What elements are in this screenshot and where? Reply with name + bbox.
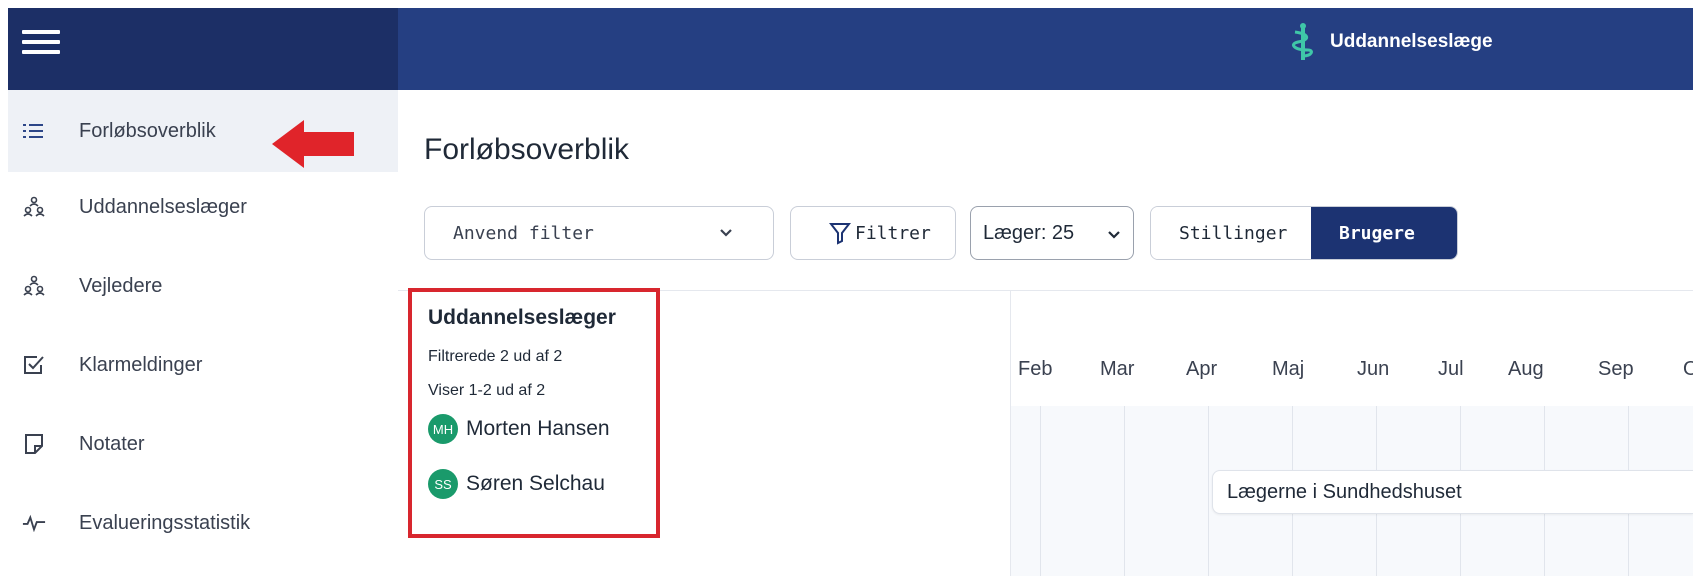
sidebar-item-label: Forløbsoverblik (79, 119, 216, 142)
checkbox-icon (22, 353, 46, 377)
trainee-item[interactable]: SS Søren Selchau (428, 467, 605, 501)
month-label: Maj (1272, 358, 1305, 380)
month-label: O (1683, 358, 1693, 380)
page-title: Forløbsoverblik (424, 133, 630, 166)
event-label: Lægerne i Sundhedshuset (1227, 481, 1462, 503)
timeline-event[interactable]: Lægerne i Sundhedshuset (1212, 470, 1693, 514)
filtered-count: Filtrerede 2 ud af 2 (428, 348, 563, 365)
sidebar-item-vejledere[interactable]: Vejledere (8, 245, 398, 327)
toggle-stillinger[interactable]: Stillinger (1151, 207, 1311, 259)
filter-button-label: Filtrer (855, 223, 931, 244)
brand[interactable]: Uddannelseslæge (1290, 22, 1493, 62)
list-icon (22, 119, 46, 143)
sidebar-item-uddannelseslaeger[interactable]: Uddannelseslæger (8, 166, 398, 248)
trainees-title: Uddannelseslæger (428, 306, 616, 329)
month-label: Feb (1018, 358, 1053, 380)
toggle-brugere[interactable]: Brugere (1311, 207, 1457, 259)
apply-filter-dropdown[interactable]: Anvend filter (424, 206, 774, 260)
sidebar-item-notater[interactable]: Notater (8, 403, 398, 485)
doctors-per-page-select[interactable]: Læger: 25 (970, 206, 1134, 260)
month-label: Mar (1100, 358, 1135, 380)
app-window: Uddannelseslæge Forløbsoverblik Uddannel… (0, 0, 1693, 576)
users-icon (22, 274, 46, 298)
month-label: Jun (1357, 358, 1390, 380)
avatar: MH (428, 414, 458, 444)
pulse-icon (22, 511, 46, 535)
trainee-item[interactable]: MH Morten Hansen (428, 412, 610, 446)
avatar: SS (428, 469, 458, 499)
grid-line (1124, 406, 1125, 576)
apply-filter-label: Anvend filter (453, 223, 594, 244)
chevron-down-icon (1108, 231, 1120, 239)
sidebar-item-klarmeldinger[interactable]: Klarmeldinger (8, 324, 398, 406)
sidebar-item-label: Notater (79, 432, 145, 455)
sidebar-item-label: Vejledere (79, 274, 163, 297)
month-label: Apr (1186, 358, 1218, 380)
sidebar-item-label: Evalueringsstatistik (79, 511, 251, 534)
doctors-select-value: Læger: 25 (983, 222, 1075, 244)
chevron-down-icon (720, 229, 732, 237)
trainees-panel: Uddannelseslæger Filtrerede 2 ud af 2 Vi… (408, 288, 660, 538)
sidebar-item-label: Klarmeldinger (79, 353, 203, 376)
top-bar (398, 8, 1693, 90)
window-edge (0, 0, 8, 576)
sidebar-item-evalueringsstatistik[interactable]: Evalueringsstatistik (8, 482, 398, 564)
red-arrow-annotation-icon (272, 120, 354, 168)
filter-button[interactable]: Filtrer (790, 206, 956, 260)
grid-line (1040, 406, 1041, 576)
toggle-label: Brugere (1339, 223, 1415, 244)
toggle-label: Stillinger (1179, 223, 1288, 244)
sidebar-item-label: Uddannelseslæger (79, 195, 247, 218)
caduceus-logo-icon (1292, 23, 1313, 60)
trainee-name: Morten Hansen (466, 417, 610, 440)
funnel-icon (829, 223, 851, 245)
note-icon (22, 432, 46, 456)
users-icon (22, 195, 46, 219)
menu-icon[interactable] (22, 30, 60, 56)
sidebar-header (8, 8, 398, 90)
trainee-name: Søren Selchau (466, 472, 605, 495)
view-toggle: Stillinger Brugere (1150, 206, 1458, 260)
month-label: Sep (1598, 358, 1634, 380)
month-label: Jul (1438, 358, 1464, 380)
month-label: Aug (1508, 358, 1544, 380)
grid-line (1208, 406, 1209, 576)
showing-count: Viser 1-2 ud af 2 (428, 382, 546, 399)
app-name: Uddannelseslæge (1330, 31, 1493, 52)
